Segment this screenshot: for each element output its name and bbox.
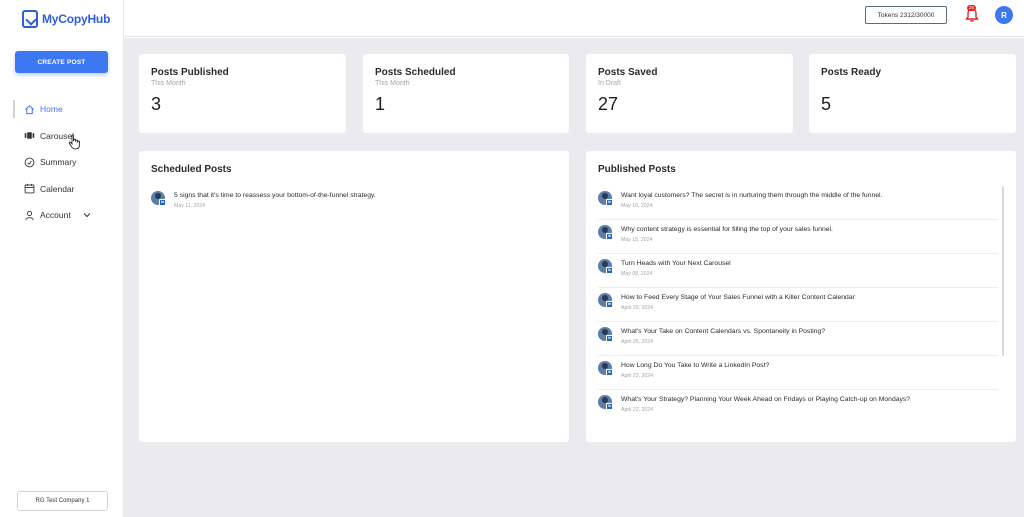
author-avatar: in <box>598 361 613 376</box>
sidebar-item-summary[interactable]: Summary <box>13 149 113 176</box>
main-content: Posts Published This Month 3 Posts Sched… <box>124 38 1024 517</box>
linkedin-icon: in <box>606 267 613 274</box>
post-text: Why content strategy is essential for fi… <box>621 226 833 233</box>
stat-subtitle: This Month <box>151 80 186 87</box>
post-date: May 16, 2024 <box>621 203 653 209</box>
post-text: 5 signs that it's time to reassess your … <box>174 192 376 199</box>
stat-title: Posts Scheduled <box>375 67 456 78</box>
stat-value: 27 <box>598 94 619 114</box>
user-avatar[interactable]: R <box>995 6 1013 24</box>
summary-icon <box>23 156 35 168</box>
sidebar-nav: Home Carousel Summary Calendar Account <box>13 96 113 229</box>
brand-name: MyCopyHub <box>42 12 111 26</box>
author-avatar: in <box>598 293 613 308</box>
stat-card-scheduled[interactable]: Posts Scheduled This Month 1 <box>363 54 569 133</box>
list-item[interactable]: in Turn Heads with Your Next Carousel May… <box>598 254 998 288</box>
linkedin-icon: in <box>606 301 613 308</box>
published-post-list[interactable]: in Want loyal customers? The secret is i… <box>598 186 998 424</box>
carousel-icon <box>23 130 35 142</box>
author-avatar: in <box>598 395 613 410</box>
scheduled-post-list: in 5 signs that it's time to reassess yo… <box>151 186 551 220</box>
post-date: April 23, 2024 <box>621 373 654 379</box>
post-date: May 11, 2024 <box>174 203 206 209</box>
stat-title: Posts Ready <box>821 67 882 78</box>
top-header: Tokens 2312/30000 25 R <box>124 0 1024 37</box>
user-icon <box>23 209 35 221</box>
post-text: How to Feed Every Stage of Your Sales Fu… <box>621 294 855 301</box>
author-avatar: in <box>598 259 613 274</box>
stat-card-saved[interactable]: Posts Saved In Draft 27 <box>586 54 793 133</box>
company-selector-button[interactable]: RG Test Company 1 <box>17 491 108 511</box>
notification-badge: 25 <box>967 5 977 11</box>
linkedin-icon: in <box>159 199 166 206</box>
post-date: April 22, 2024 <box>621 407 654 413</box>
stat-subtitle: In Draft <box>598 80 621 87</box>
home-icon <box>23 103 35 115</box>
author-avatar: in <box>598 225 613 240</box>
list-item[interactable]: in How to Feed Every Stage of Your Sales… <box>598 288 998 322</box>
stat-value: 1 <box>375 94 386 114</box>
sidebar-item-label: Summary <box>40 157 77 168</box>
post-text: How Long Do You Take to Write a LinkedIn… <box>621 362 770 369</box>
sidebar-item-home[interactable]: Home <box>13 96 113 123</box>
stat-subtitle: This Month <box>375 80 410 87</box>
list-item[interactable]: in Want loyal customers? The secret is i… <box>598 186 998 220</box>
stat-value: 3 <box>151 94 162 114</box>
scrollbar[interactable] <box>1002 186 1004 356</box>
list-item[interactable]: in How Long Do You Take to Write a Linke… <box>598 356 998 390</box>
calendar-icon <box>23 183 35 195</box>
list-item[interactable]: in What's Your Take on Content Calendars… <box>598 322 998 356</box>
stat-title: Posts Saved <box>598 67 658 78</box>
author-avatar: in <box>598 191 613 206</box>
sidebar-item-label: Calendar <box>40 183 75 194</box>
post-text: What's Your Take on Content Calendars vs… <box>621 328 826 335</box>
stat-subtitle <box>821 80 1004 89</box>
stat-card-ready[interactable]: Posts Ready 5 <box>809 54 1016 133</box>
linkedin-icon: in <box>606 403 613 410</box>
post-text: Turn Heads with Your Next Carousel <box>621 260 731 267</box>
list-item[interactable]: in What's Your Strategy? Planning Your W… <box>598 390 998 424</box>
sidebar-item-account[interactable]: Account <box>13 202 113 229</box>
published-posts-panel: Published Posts in Want loyal customers?… <box>586 151 1016 442</box>
create-post-button[interactable]: CREATE POST <box>15 51 108 73</box>
linkedin-icon: in <box>606 335 613 342</box>
post-date: May 08, 2024 <box>621 271 653 277</box>
linkedin-icon: in <box>606 199 613 206</box>
sidebar-item-calendar[interactable]: Calendar <box>13 176 113 203</box>
sidebar-item-label: Home <box>40 104 63 115</box>
linkedin-icon: in <box>606 369 613 376</box>
scheduled-posts-panel: Scheduled Posts in 5 signs that it's tim… <box>139 151 569 442</box>
linkedin-icon: in <box>606 233 613 240</box>
stat-title: Posts Published <box>151 67 229 78</box>
panel-title: Scheduled Posts <box>151 164 232 175</box>
post-text: Want loyal customers? The secret is in n… <box>621 192 883 199</box>
brand[interactable]: MyCopyHub <box>22 10 110 28</box>
sidebar: MyCopyHub CREATE POST Home Carousel Summ… <box>0 0 124 517</box>
post-date: April 25, 2024 <box>621 339 654 345</box>
tokens-counter[interactable]: Tokens 2312/30000 <box>865 6 947 24</box>
sidebar-item-carousel[interactable]: Carousel <box>13 123 113 150</box>
hand-pointer-icon <box>68 134 80 150</box>
panel-title: Published Posts <box>598 164 676 175</box>
list-item[interactable]: in 5 signs that it's time to reassess yo… <box>151 186 551 220</box>
author-avatar: in <box>598 327 613 342</box>
list-item[interactable]: in Why content strategy is essential for… <box>598 220 998 254</box>
stat-value: 5 <box>821 94 832 114</box>
post-text: What's Your Strategy? Planning Your Week… <box>621 396 911 403</box>
brand-logo-icon <box>22 10 38 28</box>
stat-card-published[interactable]: Posts Published This Month 3 <box>139 54 346 133</box>
sidebar-item-label: Account <box>40 210 71 221</box>
author-avatar: in <box>151 191 166 206</box>
post-date: May 15, 2024 <box>621 237 653 243</box>
post-date: April 29, 2024 <box>621 305 654 311</box>
chevron-down-icon[interactable] <box>83 211 91 219</box>
